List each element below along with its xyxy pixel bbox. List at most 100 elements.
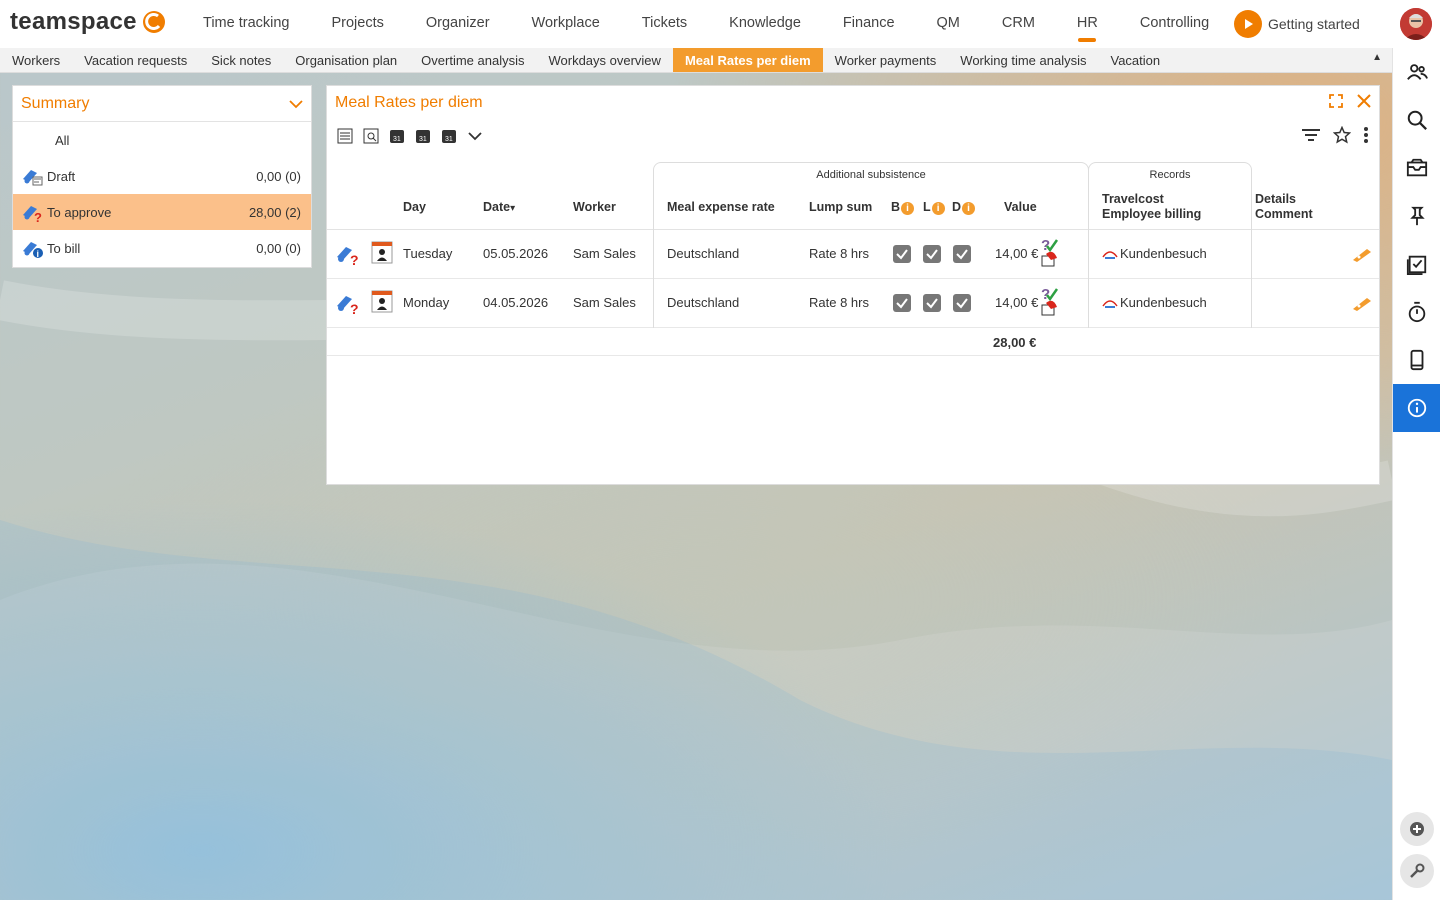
cell-travelcost[interactable]: Kundenbesuch bbox=[1120, 295, 1207, 310]
star-icon[interactable] bbox=[1333, 126, 1351, 144]
nav-controlling[interactable]: Controlling bbox=[1119, 0, 1230, 48]
tab-working-time-analysis[interactable]: Working time analysis bbox=[948, 48, 1098, 72]
nav-time-tracking[interactable]: Time tracking bbox=[182, 0, 310, 48]
nav-tickets[interactable]: Tickets bbox=[621, 0, 708, 48]
calendar-day-icon[interactable]: 31 bbox=[387, 126, 407, 146]
table-row[interactable]: ? Monday 04.05.2026 Sam Sales Deutschlan… bbox=[327, 279, 1379, 328]
approval-pending-icon[interactable]: ? bbox=[1039, 285, 1061, 317]
logo-text[interactable]: teamspace bbox=[10, 8, 137, 36]
edit-pencil-icon[interactable] bbox=[1351, 246, 1373, 262]
tab-organisation-plan[interactable]: Organisation plan bbox=[283, 48, 409, 72]
inbox-icon[interactable] bbox=[1393, 144, 1440, 192]
main-nav: Time tracking Projects Organizer Workpla… bbox=[182, 0, 1230, 48]
cell-value: 14,00 € bbox=[995, 246, 1039, 261]
chevron-down-icon[interactable] bbox=[465, 126, 485, 146]
tab-worker-payments[interactable]: Worker payments bbox=[823, 48, 949, 72]
col-comment[interactable]: Comment bbox=[1255, 207, 1313, 222]
add-circle-button[interactable] bbox=[1393, 812, 1440, 846]
nav-hr[interactable]: HR bbox=[1056, 0, 1119, 48]
col-worker[interactable]: Worker bbox=[573, 200, 616, 215]
summary-row-draft[interactable]: Draft 0,00 (0) bbox=[13, 158, 311, 194]
col-breakfast[interactable]: Bi bbox=[891, 200, 915, 215]
tab-workdays-overview[interactable]: Workdays overview bbox=[536, 48, 672, 72]
group-divider bbox=[653, 230, 654, 328]
col-date-label: Date bbox=[483, 200, 511, 214]
calendar-week-icon[interactable]: 31 bbox=[413, 126, 433, 146]
summary-header[interactable]: Summary bbox=[13, 86, 311, 122]
avatar[interactable] bbox=[1400, 8, 1432, 40]
panel-title: Meal Rates per diem bbox=[335, 94, 483, 111]
info-icon[interactable]: i bbox=[901, 202, 915, 215]
filter-icon[interactable] bbox=[1301, 127, 1321, 143]
collapse-up-icon[interactable]: ▲ bbox=[1372, 52, 1382, 63]
wrench-icon bbox=[1400, 854, 1434, 888]
detail-search-icon[interactable] bbox=[361, 126, 381, 146]
tab-sick-notes[interactable]: Sick notes bbox=[199, 48, 283, 72]
people-icon[interactable] bbox=[1393, 48, 1440, 96]
info-icon[interactable] bbox=[1393, 384, 1440, 432]
tab-vacation-requests[interactable]: Vacation requests bbox=[72, 48, 199, 72]
col-lunch[interactable]: Li bbox=[923, 200, 945, 215]
tab-meal-rates[interactable]: Meal Rates per diem bbox=[672, 48, 823, 72]
tab-workers[interactable]: Workers bbox=[0, 48, 72, 72]
svg-text:?: ? bbox=[34, 210, 42, 223]
list-view-icon[interactable] bbox=[335, 126, 355, 146]
calendar-month-icon[interactable]: 31 bbox=[439, 126, 459, 146]
lunch-checkbox[interactable] bbox=[923, 294, 941, 312]
cell-lump-sum: Rate 8 hrs bbox=[809, 295, 869, 310]
col-employee-billing[interactable]: Employee billing bbox=[1102, 207, 1201, 222]
col-day[interactable]: Day bbox=[403, 200, 426, 215]
nav-crm[interactable]: CRM bbox=[981, 0, 1056, 48]
mobile-icon[interactable] bbox=[1393, 336, 1440, 384]
dinner-checkbox[interactable] bbox=[953, 294, 971, 312]
approve-status-icon[interactable]: ? bbox=[335, 291, 361, 315]
nav-organizer[interactable]: Organizer bbox=[405, 0, 511, 48]
summary-panel: Summary All Draft 0,00 (0) ? To approve … bbox=[12, 85, 312, 268]
wrench-button[interactable] bbox=[1393, 854, 1440, 888]
approve-status-icon[interactable]: ? bbox=[335, 242, 361, 266]
lunch-checkbox[interactable] bbox=[923, 245, 941, 263]
svg-text:?: ? bbox=[1041, 237, 1050, 254]
pin-icon[interactable] bbox=[1393, 192, 1440, 240]
col-meal-expense-rate[interactable]: Meal expense rate bbox=[667, 200, 775, 215]
more-vertical-icon[interactable] bbox=[1363, 126, 1369, 144]
col-value[interactable]: Value bbox=[1004, 200, 1037, 215]
col-date[interactable]: Date▾ bbox=[483, 200, 515, 216]
meal-rates-panel: Meal Rates per diem 31 31 31 Additional … bbox=[326, 85, 1380, 485]
col-travelcost[interactable]: Travelcost bbox=[1102, 192, 1164, 207]
total-value: 28,00 € bbox=[993, 335, 1037, 350]
cell-meal-expense-rate: Deutschland bbox=[667, 246, 740, 261]
breakfast-checkbox[interactable] bbox=[893, 294, 911, 312]
chevron-down-icon[interactable] bbox=[289, 99, 303, 109]
nav-finance[interactable]: Finance bbox=[822, 0, 916, 48]
col-lump-sum[interactable]: Lump sum bbox=[809, 200, 872, 215]
summary-row-to-approve[interactable]: ? To approve 28,00 (2) bbox=[13, 194, 311, 230]
col-dinner[interactable]: Di bbox=[952, 200, 976, 215]
stopwatch-icon[interactable] bbox=[1393, 288, 1440, 336]
maximize-icon[interactable] bbox=[1327, 92, 1345, 110]
info-icon[interactable]: i bbox=[931, 202, 945, 215]
getting-started-button[interactable]: Getting started bbox=[1234, 10, 1360, 38]
calendar-check-icon[interactable] bbox=[1393, 240, 1440, 288]
cell-travelcost[interactable]: Kundenbesuch bbox=[1120, 246, 1207, 261]
col-lunch-label: L bbox=[923, 200, 931, 214]
cell-day: Tuesday bbox=[403, 246, 453, 261]
col-details[interactable]: Details bbox=[1255, 192, 1296, 207]
breakfast-checkbox[interactable] bbox=[893, 245, 911, 263]
summary-row-to-bill[interactable]: i To bill 0,00 (0) bbox=[13, 230, 311, 266]
nav-projects[interactable]: Projects bbox=[310, 0, 404, 48]
search-icon[interactable] bbox=[1393, 96, 1440, 144]
info-icon[interactable]: i bbox=[962, 202, 976, 215]
approval-pending-icon[interactable]: ? bbox=[1039, 236, 1061, 268]
summary-value: 0,00 (0) bbox=[256, 168, 301, 184]
close-icon[interactable] bbox=[1355, 92, 1373, 110]
dinner-checkbox[interactable] bbox=[953, 245, 971, 263]
edit-pencil-icon[interactable] bbox=[1351, 295, 1373, 311]
nav-qm[interactable]: QM bbox=[916, 0, 981, 48]
nav-workplace[interactable]: Workplace bbox=[511, 0, 621, 48]
tab-overtime-analysis[interactable]: Overtime analysis bbox=[409, 48, 536, 72]
summary-row-all[interactable]: All bbox=[13, 122, 311, 158]
nav-knowledge[interactable]: Knowledge bbox=[708, 0, 822, 48]
tab-vacation[interactable]: Vacation bbox=[1099, 48, 1173, 72]
table-row[interactable]: ? Tuesday 05.05.2026 Sam Sales Deutschla… bbox=[327, 230, 1379, 279]
